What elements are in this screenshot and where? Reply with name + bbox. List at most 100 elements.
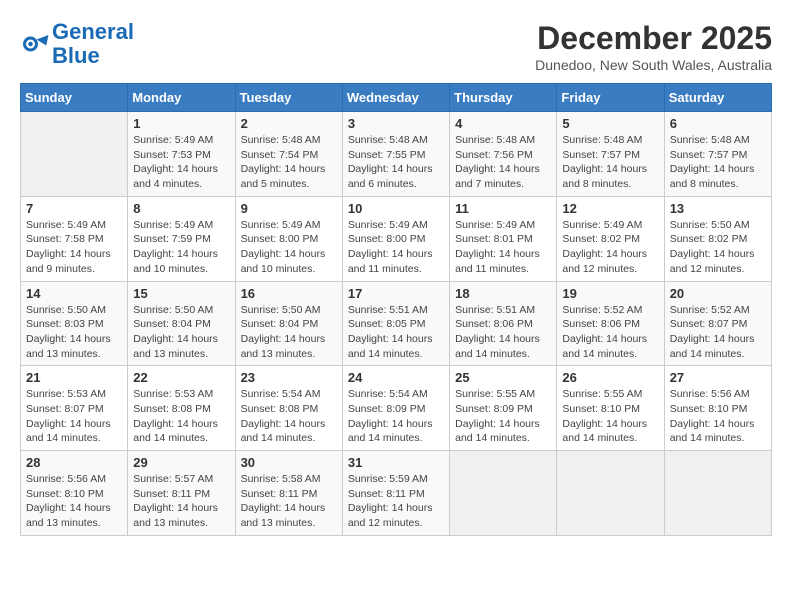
calendar-cell: 6 Sunrise: 5:48 AM Sunset: 7:57 PM Daylig… bbox=[664, 112, 771, 197]
page-header: General Blue December 2025 Dunedoo, New … bbox=[20, 20, 772, 73]
day-number: 22 bbox=[133, 370, 229, 385]
day-info: Sunrise: 5:51 AM Sunset: 8:05 PM Dayligh… bbox=[348, 303, 444, 362]
day-info: Sunrise: 5:49 AM Sunset: 8:00 PM Dayligh… bbox=[348, 218, 444, 277]
calendar-cell bbox=[21, 112, 128, 197]
calendar-cell: 10 Sunrise: 5:49 AM Sunset: 8:00 PM Dayli… bbox=[342, 196, 449, 281]
day-number: 25 bbox=[455, 370, 551, 385]
day-info: Sunrise: 5:56 AM Sunset: 8:10 PM Dayligh… bbox=[670, 387, 766, 446]
day-header-thursday: Thursday bbox=[450, 84, 557, 112]
calendar-cell: 18 Sunrise: 5:51 AM Sunset: 8:06 PM Dayli… bbox=[450, 281, 557, 366]
day-info: Sunrise: 5:48 AM Sunset: 7:56 PM Dayligh… bbox=[455, 133, 551, 192]
logo-icon bbox=[20, 29, 50, 59]
day-info: Sunrise: 5:49 AM Sunset: 7:58 PM Dayligh… bbox=[26, 218, 122, 277]
day-number: 7 bbox=[26, 201, 122, 216]
day-number: 29 bbox=[133, 455, 229, 470]
month-title: December 2025 bbox=[535, 20, 772, 57]
day-number: 26 bbox=[562, 370, 658, 385]
calendar-cell: 4 Sunrise: 5:48 AM Sunset: 7:56 PM Daylig… bbox=[450, 112, 557, 197]
day-number: 23 bbox=[241, 370, 337, 385]
day-number: 18 bbox=[455, 286, 551, 301]
calendar-cell: 27 Sunrise: 5:56 AM Sunset: 8:10 PM Dayli… bbox=[664, 366, 771, 451]
day-info: Sunrise: 5:49 AM Sunset: 8:02 PM Dayligh… bbox=[562, 218, 658, 277]
calendar-cell: 25Sunrise: 5:55 AM Sunset: 8:09 PM Dayli… bbox=[450, 366, 557, 451]
day-number: 13 bbox=[670, 201, 766, 216]
calendar-cell: 14Sunrise: 5:50 AM Sunset: 8:03 PM Dayli… bbox=[21, 281, 128, 366]
calendar-cell: 29Sunrise: 5:57 AM Sunset: 8:11 PM Dayli… bbox=[128, 451, 235, 536]
calendar-week-1: 1 Sunrise: 5:49 AM Sunset: 7:53 PM Daylig… bbox=[21, 112, 772, 197]
calendar-header-row: SundayMondayTuesdayWednesdayThursdayFrid… bbox=[21, 84, 772, 112]
day-number: 30 bbox=[241, 455, 337, 470]
calendar-cell: 7 Sunrise: 5:49 AM Sunset: 7:58 PM Daylig… bbox=[21, 196, 128, 281]
calendar-week-5: 28Sunrise: 5:56 AM Sunset: 8:10 PM Dayli… bbox=[21, 451, 772, 536]
day-number: 11 bbox=[455, 201, 551, 216]
calendar-cell: 17 Sunrise: 5:51 AM Sunset: 8:05 PM Dayli… bbox=[342, 281, 449, 366]
calendar-cell: 16Sunrise: 5:50 AM Sunset: 8:04 PM Dayli… bbox=[235, 281, 342, 366]
calendar-week-3: 14Sunrise: 5:50 AM Sunset: 8:03 PM Dayli… bbox=[21, 281, 772, 366]
calendar-cell bbox=[557, 451, 664, 536]
calendar-cell: 13 Sunrise: 5:50 AM Sunset: 8:02 PM Dayli… bbox=[664, 196, 771, 281]
day-info: Sunrise: 5:50 AM Sunset: 8:02 PM Dayligh… bbox=[670, 218, 766, 277]
day-number: 21 bbox=[26, 370, 122, 385]
calendar-cell: 9 Sunrise: 5:49 AM Sunset: 8:00 PM Daylig… bbox=[235, 196, 342, 281]
calendar-cell: 5Sunrise: 5:48 AM Sunset: 7:57 PM Daylig… bbox=[557, 112, 664, 197]
day-number: 10 bbox=[348, 201, 444, 216]
calendar-cell: 15 Sunrise: 5:50 AM Sunset: 8:04 PM Dayli… bbox=[128, 281, 235, 366]
title-area: December 2025 Dunedoo, New South Wales, … bbox=[535, 20, 772, 73]
day-info: Sunrise: 5:50 AM Sunset: 8:03 PM Dayligh… bbox=[26, 303, 122, 362]
day-number: 24 bbox=[348, 370, 444, 385]
day-info: Sunrise: 5:56 AM Sunset: 8:10 PM Dayligh… bbox=[26, 472, 122, 531]
day-header-wednesday: Wednesday bbox=[342, 84, 449, 112]
day-number: 3 bbox=[348, 116, 444, 131]
day-number: 12 bbox=[562, 201, 658, 216]
calendar-cell: 12 Sunrise: 5:49 AM Sunset: 8:02 PM Dayli… bbox=[557, 196, 664, 281]
location: Dunedoo, New South Wales, Australia bbox=[535, 57, 772, 73]
day-number: 19 bbox=[562, 286, 658, 301]
calendar-cell bbox=[450, 451, 557, 536]
calendar-cell: 24 Sunrise: 5:54 AM Sunset: 8:09 PM Dayli… bbox=[342, 366, 449, 451]
day-header-sunday: Sunday bbox=[21, 84, 128, 112]
day-number: 6 bbox=[670, 116, 766, 131]
calendar-cell: 19Sunrise: 5:52 AM Sunset: 8:06 PM Dayli… bbox=[557, 281, 664, 366]
day-info: Sunrise: 5:59 AM Sunset: 8:11 PM Dayligh… bbox=[348, 472, 444, 531]
day-number: 5 bbox=[562, 116, 658, 131]
calendar-cell: 31 Sunrise: 5:59 AM Sunset: 8:11 PM Dayli… bbox=[342, 451, 449, 536]
calendar-cell: 21Sunrise: 5:53 AM Sunset: 8:07 PM Dayli… bbox=[21, 366, 128, 451]
day-number: 4 bbox=[455, 116, 551, 131]
day-info: Sunrise: 5:48 AM Sunset: 7:54 PM Dayligh… bbox=[241, 133, 337, 192]
day-number: 27 bbox=[670, 370, 766, 385]
calendar-cell: 30 Sunrise: 5:58 AM Sunset: 8:11 PM Dayli… bbox=[235, 451, 342, 536]
day-header-saturday: Saturday bbox=[664, 84, 771, 112]
day-info: Sunrise: 5:50 AM Sunset: 8:04 PM Dayligh… bbox=[133, 303, 229, 362]
day-info: Sunrise: 5:48 AM Sunset: 7:57 PM Dayligh… bbox=[670, 133, 766, 192]
day-number: 1 bbox=[133, 116, 229, 131]
calendar-cell: 20 Sunrise: 5:52 AM Sunset: 8:07 PM Dayli… bbox=[664, 281, 771, 366]
calendar-cell: 28Sunrise: 5:56 AM Sunset: 8:10 PM Dayli… bbox=[21, 451, 128, 536]
day-info: Sunrise: 5:49 AM Sunset: 8:01 PM Dayligh… bbox=[455, 218, 551, 277]
day-info: Sunrise: 5:51 AM Sunset: 8:06 PM Dayligh… bbox=[455, 303, 551, 362]
day-info: Sunrise: 5:53 AM Sunset: 8:08 PM Dayligh… bbox=[133, 387, 229, 446]
calendar-week-4: 21Sunrise: 5:53 AM Sunset: 8:07 PM Dayli… bbox=[21, 366, 772, 451]
calendar-cell: 11 Sunrise: 5:49 AM Sunset: 8:01 PM Dayli… bbox=[450, 196, 557, 281]
calendar-cell: 26 Sunrise: 5:55 AM Sunset: 8:10 PM Dayli… bbox=[557, 366, 664, 451]
day-number: 8 bbox=[133, 201, 229, 216]
day-info: Sunrise: 5:48 AM Sunset: 7:55 PM Dayligh… bbox=[348, 133, 444, 192]
day-number: 20 bbox=[670, 286, 766, 301]
day-number: 16 bbox=[241, 286, 337, 301]
day-number: 31 bbox=[348, 455, 444, 470]
day-info: Sunrise: 5:49 AM Sunset: 8:00 PM Dayligh… bbox=[241, 218, 337, 277]
logo-text: General Blue bbox=[52, 20, 134, 68]
day-number: 2 bbox=[241, 116, 337, 131]
day-info: Sunrise: 5:58 AM Sunset: 8:11 PM Dayligh… bbox=[241, 472, 337, 531]
day-info: Sunrise: 5:49 AM Sunset: 7:53 PM Dayligh… bbox=[133, 133, 229, 192]
day-number: 15 bbox=[133, 286, 229, 301]
day-header-monday: Monday bbox=[128, 84, 235, 112]
day-number: 9 bbox=[241, 201, 337, 216]
calendar-cell: 3 Sunrise: 5:48 AM Sunset: 7:55 PM Daylig… bbox=[342, 112, 449, 197]
logo: General Blue bbox=[20, 20, 134, 68]
day-info: Sunrise: 5:52 AM Sunset: 8:07 PM Dayligh… bbox=[670, 303, 766, 362]
day-number: 17 bbox=[348, 286, 444, 301]
calendar-table: SundayMondayTuesdayWednesdayThursdayFrid… bbox=[20, 83, 772, 536]
day-info: Sunrise: 5:54 AM Sunset: 8:09 PM Dayligh… bbox=[348, 387, 444, 446]
day-info: Sunrise: 5:55 AM Sunset: 8:10 PM Dayligh… bbox=[562, 387, 658, 446]
calendar-cell: 23Sunrise: 5:54 AM Sunset: 8:08 PM Dayli… bbox=[235, 366, 342, 451]
